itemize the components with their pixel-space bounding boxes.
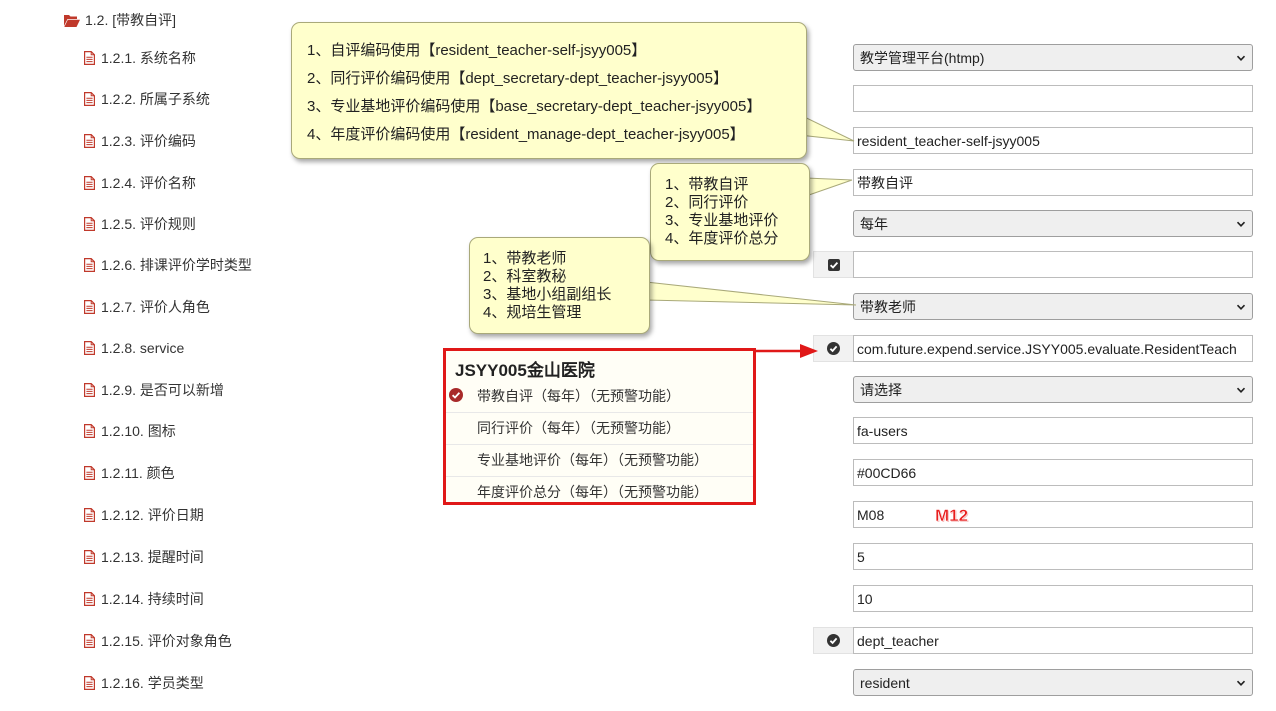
callout-line: 4、年度评价编码使用【resident_manage-dept_teacher-… [307, 126, 745, 143]
callout-line: 3、专业基地评价 [665, 212, 779, 229]
name-callout-tail [805, 177, 853, 197]
hospital-item-label: 专业基地评价（每年）（无预警功能） [477, 452, 708, 468]
callout-line: 3、基地小组副组长 [483, 286, 612, 303]
hospital-item-label: 带教自评（每年）（无预警功能） [477, 387, 680, 404]
red-arrow-head [800, 344, 818, 358]
hospital-eval-list: JSYY005金山医院 带教自评（每年）（无预警功能） 同行评价（每年）（无预警… [443, 348, 756, 505]
callout-line: 2、科室教秘 [483, 268, 567, 285]
name-hint-callout: 1、带教自评 2、同行评价 3、专业基地评价 4、年度评价总分 [650, 163, 810, 261]
callout-line: 2、同行评价 [665, 194, 749, 211]
callout-line: 1、带教老师 [483, 250, 567, 267]
callout-line: 3、专业基地评价编码使用【base_secretary-dept_teacher… [307, 98, 762, 115]
hospital-item-self-eval[interactable]: 带教自评（每年）（无预警功能） [446, 380, 753, 411]
role-hint-callout: 1、带教老师 2、科室教秘 3、基地小组副组长 4、规培生管理 [469, 237, 650, 334]
hospital-item-label: 同行评价（每年）（无预警功能） [477, 420, 680, 436]
code-hint-callout: 1、自评编码使用【resident_teacher-self-jsyy005】 … [291, 22, 807, 159]
callout-line: 1、自评编码使用【resident_teacher-self-jsyy005】 [307, 42, 647, 59]
callout-line: 4、规培生管理 [483, 304, 582, 321]
m12-annotation: M12 [935, 506, 969, 525]
callout-line: 2、同行评价编码使用【dept_secretary-dept_teacher-j… [307, 70, 728, 87]
callout-line: 4、年度评价总分 [665, 230, 779, 247]
hospital-item-base-eval[interactable]: 专业基地评价（每年）（无预警功能） [446, 444, 753, 475]
hospital-item-label: 年度评价总分（每年）（无预警功能） [477, 484, 708, 500]
hospital-title: JSYY005金山医院 [455, 361, 595, 380]
check-circle-icon [449, 388, 463, 402]
hospital-item-peer-eval[interactable]: 同行评价（每年）（无预警功能） [446, 412, 753, 443]
callout-line: 1、带教自评 [665, 176, 749, 193]
hospital-item-annual-eval[interactable]: 年度评价总分（每年）（无预警功能） [446, 476, 753, 507]
role-callout-tail [645, 281, 857, 306]
